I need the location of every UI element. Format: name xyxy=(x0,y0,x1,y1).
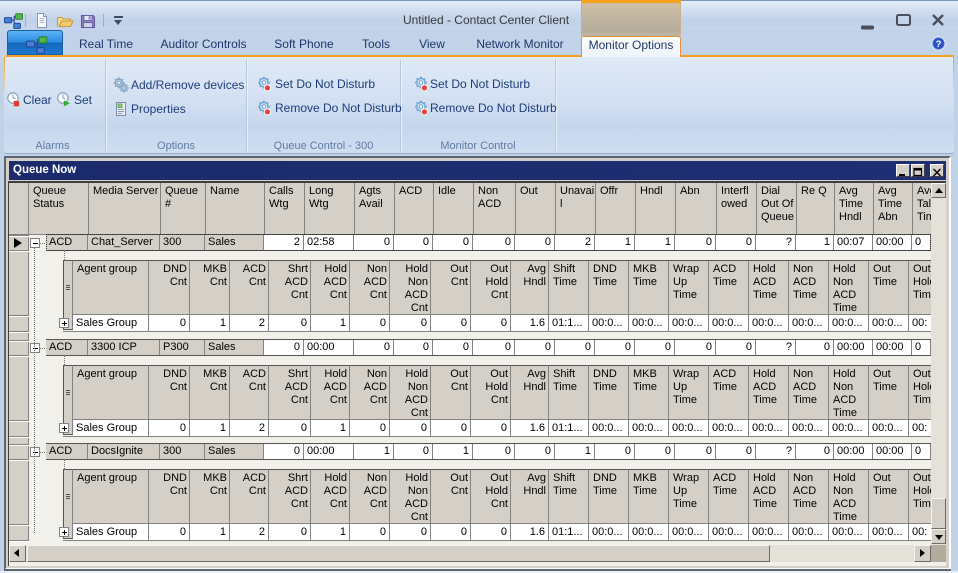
svg-text:?: ? xyxy=(936,39,942,50)
